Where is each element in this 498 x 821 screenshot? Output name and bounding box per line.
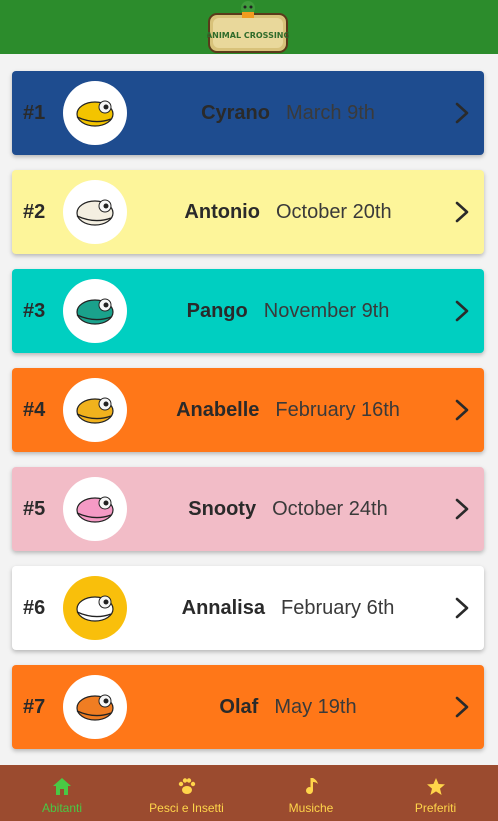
- villager-avatar: [63, 675, 127, 739]
- villager-rank: #2: [23, 201, 46, 223]
- villager-name: Annalisa: [181, 596, 265, 619]
- music-note-icon: [306, 778, 318, 795]
- chevron-right-icon[interactable]: [454, 300, 470, 322]
- nav-item-pesci-e-insetti[interactable]: Pesci e Insetti: [125, 765, 249, 821]
- villager-info: Annalisa February 6th: [132, 566, 444, 650]
- app-header: ANIMAL CROSSING: [0, 0, 498, 54]
- logo-wordmark: ANIMAL CROSSING: [207, 31, 289, 40]
- villager-rank: #3: [23, 300, 46, 322]
- villager-birthday: February 6th: [280, 596, 395, 619]
- villager-info: Snooty October 24th: [132, 467, 444, 551]
- villager-birthday: March 9th: [285, 101, 375, 124]
- nav-item-preferiti[interactable]: Preferiti: [374, 765, 498, 821]
- nav-label: Abitanti: [41, 801, 83, 815]
- villager-name: Olaf: [219, 695, 259, 718]
- villager-rank: #6: [23, 597, 46, 619]
- nav-label: Preferiti: [414, 801, 457, 815]
- nav-label: Musiche: [288, 801, 334, 815]
- villager-name: Snooty: [188, 497, 257, 520]
- villager-name: Antonio: [184, 200, 260, 223]
- villager-rank: #7: [23, 696, 46, 718]
- villager-birthday: May 19th: [274, 695, 357, 718]
- villager-card[interactable]: #2 Antonio October 20th: [12, 170, 484, 254]
- villager-card[interactable]: #3 Pango November 9th: [12, 269, 484, 353]
- villager-name: Cyrano: [201, 101, 270, 124]
- nav-item-musiche[interactable]: Musiche: [249, 765, 373, 821]
- chevron-right-icon[interactable]: [454, 399, 470, 421]
- villager-birthday: October 20th: [275, 200, 392, 223]
- paw-icon: [178, 778, 195, 794]
- villager-name: Anabelle: [176, 398, 260, 421]
- app-logo: ANIMAL CROSSING: [207, 1, 289, 53]
- chevron-right-icon[interactable]: [454, 696, 470, 718]
- villager-info: Antonio October 20th: [132, 170, 444, 254]
- villager-card[interactable]: #6 Annalisa February 6th: [12, 566, 484, 650]
- nav-label: Pesci e Insetti: [149, 801, 224, 815]
- villager-card[interactable]: #4 Anabelle February 16th: [12, 368, 484, 452]
- chevron-right-icon[interactable]: [454, 498, 470, 520]
- villager-rank: #4: [23, 399, 46, 421]
- villager-birthday: February 16th: [275, 398, 400, 421]
- villager-avatar: [63, 477, 127, 541]
- villager-card[interactable]: #7 Olaf May 19th: [12, 665, 484, 749]
- villager-avatar: [63, 81, 127, 145]
- villager-avatar: [63, 279, 127, 343]
- bottom-navigation: Abitanti Pesci e Insetti Musiche Preferiti: [0, 765, 498, 821]
- villager-info: Pango November 9th: [132, 269, 444, 353]
- villager-avatar: [63, 180, 127, 244]
- villager-rank: #1: [23, 102, 46, 124]
- home-icon: [53, 778, 71, 795]
- nav-item-abitanti[interactable]: Abitanti: [0, 765, 124, 821]
- villager-name: Pango: [186, 299, 248, 322]
- villager-birthday: October 24th: [272, 497, 388, 520]
- chevron-right-icon[interactable]: [454, 102, 470, 124]
- villager-rank: #5: [23, 498, 46, 520]
- villager-avatar: [63, 378, 127, 442]
- chevron-right-icon[interactable]: [454, 201, 470, 223]
- villager-card[interactable]: #5 Snooty October 24th: [12, 467, 484, 551]
- star-icon: [426, 778, 445, 795]
- villager-card[interactable]: #1 Cyrano March 9th: [12, 71, 484, 155]
- chevron-right-icon[interactable]: [454, 597, 470, 619]
- villager-birthday: November 9th: [263, 299, 390, 322]
- villager-info: Olaf May 19th: [132, 665, 444, 749]
- villager-info: Anabelle February 16th: [132, 368, 444, 452]
- villager-info: Cyrano March 9th: [132, 71, 444, 155]
- villager-avatar: [63, 576, 127, 640]
